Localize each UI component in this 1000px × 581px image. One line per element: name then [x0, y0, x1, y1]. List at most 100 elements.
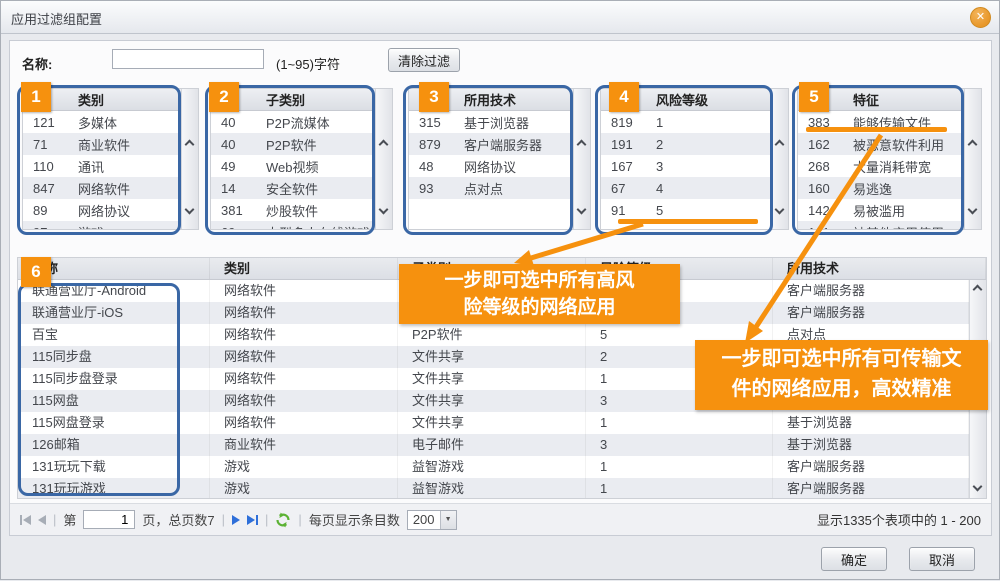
- table-row[interactable]: 131玩玩游戏游戏益智游戏1客户端服务器: [18, 478, 969, 498]
- filter-row-label: 大量消耗带宽: [853, 157, 964, 176]
- filter-row[interactable]: 89网络协议: [23, 199, 181, 221]
- filter-list-body: 121多媒体71商业软件110通讯847网络软件89网络协议97游戏: [23, 111, 181, 229]
- filter-row-count: 160: [808, 181, 853, 196]
- filter-row[interactable]: 110通讯: [23, 155, 181, 177]
- scroll-down-icon[interactable]: [775, 205, 785, 215]
- scrollbar[interactable]: [181, 89, 198, 229]
- table-row[interactable]: 131玩玩下载游戏益智游戏1客户端服务器: [18, 456, 969, 478]
- filter-row[interactable]: 40P2P软件: [211, 133, 375, 155]
- name-input[interactable]: [112, 49, 264, 69]
- filter-row[interactable]: 48网络协议: [409, 155, 573, 177]
- table-cell: 1: [586, 456, 773, 478]
- scroll-up-icon[interactable]: [973, 285, 983, 295]
- scroll-down-icon[interactable]: [973, 482, 983, 492]
- filter-row-label: 商业软件: [78, 135, 181, 154]
- per-page-select[interactable]: 200 ▼: [407, 510, 457, 530]
- filter-row-count: 142: [808, 203, 853, 218]
- scroll-down-icon[interactable]: [968, 205, 978, 215]
- filter-row-count: 121: [33, 115, 78, 130]
- next-page-icon: [232, 515, 240, 525]
- last-page-button[interactable]: [247, 515, 258, 525]
- table-cell: 游戏: [210, 478, 398, 498]
- table-cell: 网络软件: [210, 324, 398, 346]
- table-cell: 115同步盘登录: [18, 368, 210, 390]
- filter-row-count: 93: [419, 181, 464, 196]
- filter-row-count: 14: [221, 181, 266, 196]
- per-page-value: 200: [408, 512, 440, 527]
- filter-row[interactable]: 847网络软件: [23, 177, 181, 199]
- scrollbar[interactable]: [771, 89, 788, 229]
- filter-header-feature: 特征: [853, 90, 964, 109]
- filter-row-count: 383: [808, 115, 853, 130]
- first-page-button[interactable]: [20, 515, 31, 525]
- filter-row[interactable]: 162被恶意软件利用: [798, 133, 964, 155]
- filter-row[interactable]: 49Web视频: [211, 155, 375, 177]
- table-cell: 客户端服务器: [773, 280, 969, 302]
- filter-row[interactable]: 381炒股软件: [211, 199, 375, 221]
- table-row[interactable]: 115网盘登录网络软件文件共享1基于浏览器: [18, 412, 969, 434]
- filter-row[interactable]: 93点对点: [409, 177, 573, 199]
- scrollbar[interactable]: [964, 89, 981, 229]
- table-cell: 益智游戏: [398, 478, 586, 498]
- first-page-icon: [23, 515, 31, 525]
- filter-row-label: 基于浏览器: [464, 113, 573, 132]
- filter-row-count: 161: [808, 225, 853, 230]
- filter-row-label: 安全软件: [266, 179, 375, 198]
- scroll-down-icon[interactable]: [379, 205, 389, 215]
- scrollbar[interactable]: [573, 89, 590, 229]
- filter-row[interactable]: 142易被滥用: [798, 199, 964, 221]
- filter-row[interactable]: 915: [601, 199, 771, 221]
- filter-row[interactable]: 383能够传输文件: [798, 111, 964, 133]
- filter-row[interactable]: 160易逃逸: [798, 177, 964, 199]
- filter-row[interactable]: 315基于浏览器: [409, 111, 573, 133]
- table-cell: 网络软件: [210, 346, 398, 368]
- filter-list-body: 819119121673674915: [601, 111, 771, 229]
- table-cell: 基于浏览器: [773, 434, 969, 456]
- filter-row-label: Web视频: [266, 157, 375, 176]
- cancel-button[interactable]: 取消: [909, 547, 975, 571]
- next-page-button[interactable]: [232, 515, 240, 525]
- filter-row-label: 炒股软件: [266, 201, 375, 220]
- filter-row[interactable]: 674: [601, 177, 771, 199]
- table-row[interactable]: 126邮箱商业软件电子邮件3基于浏览器: [18, 434, 969, 456]
- scroll-down-icon[interactable]: [185, 205, 195, 215]
- filter-row-label: P2P软件: [266, 135, 375, 154]
- annotation-badge-2: 2: [209, 82, 239, 112]
- filter-row[interactable]: 1673: [601, 155, 771, 177]
- filter-row[interactable]: 268大量消耗带宽: [798, 155, 964, 177]
- filter-row-count: 110: [33, 159, 78, 174]
- filter-row[interactable]: 1912: [601, 133, 771, 155]
- callout-feature-line1: 一步即可选中所有可传输文: [695, 344, 988, 374]
- scroll-up-icon[interactable]: [185, 140, 195, 150]
- scroll-up-icon[interactable]: [968, 140, 978, 150]
- last-page-icon: [247, 515, 255, 525]
- page-number-input[interactable]: [83, 510, 135, 529]
- filter-row[interactable]: 69大型多人在线游戏: [211, 221, 375, 229]
- refresh-button[interactable]: [275, 512, 291, 528]
- ok-button[interactable]: 确定: [821, 547, 887, 571]
- clear-filter-button[interactable]: 清除过滤: [388, 48, 460, 72]
- scroll-up-icon[interactable]: [775, 140, 785, 150]
- filter-row[interactable]: 161被其他应用使用: [798, 221, 964, 229]
- scroll-down-icon[interactable]: [577, 205, 587, 215]
- close-button[interactable]: ✕: [970, 7, 991, 28]
- filter-row[interactable]: 121多媒体: [23, 111, 181, 133]
- filter-row[interactable]: 71商业软件: [23, 133, 181, 155]
- filter-header-subcategory: 子类别: [266, 90, 375, 109]
- table-summary: 显示1335个表项中的 1 - 200: [817, 510, 981, 529]
- filter-row[interactable]: 40P2P流媒体: [211, 111, 375, 133]
- table-cell: 文件共享: [398, 346, 586, 368]
- close-icon: ✕: [976, 11, 985, 23]
- previous-page-button[interactable]: [38, 515, 46, 525]
- filter-row[interactable]: 8191: [601, 111, 771, 133]
- scroll-up-icon[interactable]: [577, 140, 587, 150]
- table-cell: P2P软件: [398, 324, 586, 346]
- annotation-badge-1: 1: [21, 82, 51, 112]
- filter-row[interactable]: 879客户端服务器: [409, 133, 573, 155]
- filter-row[interactable]: 14安全软件: [211, 177, 375, 199]
- scroll-up-icon[interactable]: [379, 140, 389, 150]
- dropdown-arrow-icon: ▼: [440, 511, 456, 529]
- filter-row[interactable]: 97游戏: [23, 221, 181, 229]
- scrollbar[interactable]: [375, 89, 392, 229]
- annotation-badge-5: 5: [799, 82, 829, 112]
